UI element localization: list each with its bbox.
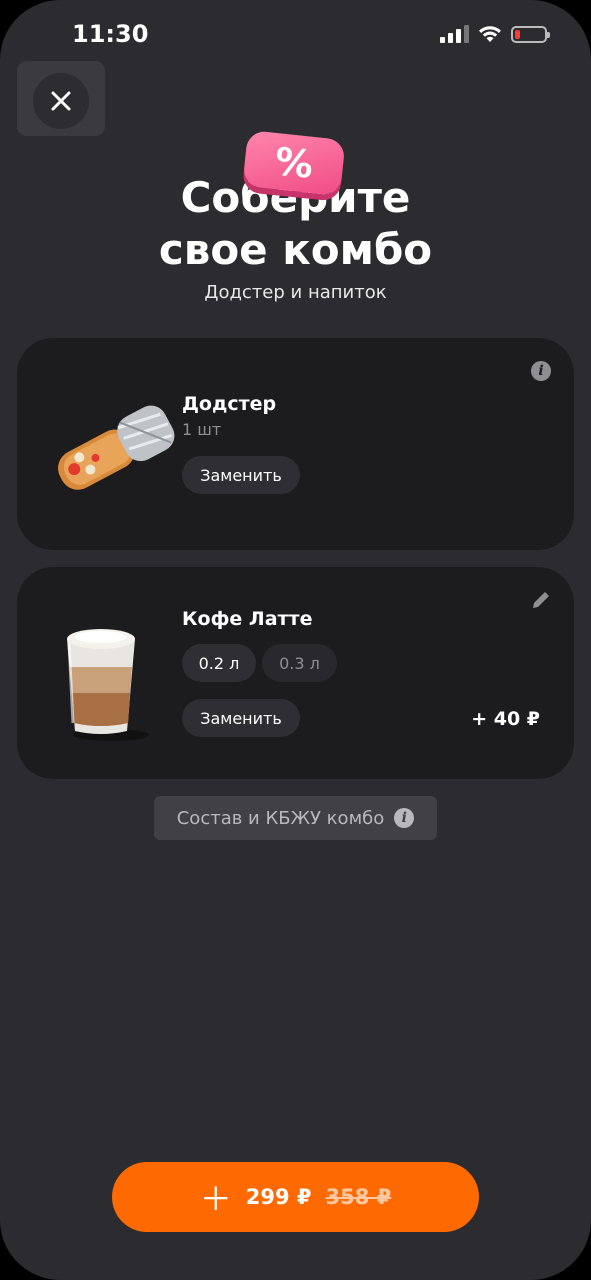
replace-button[interactable]: Заменить bbox=[182, 699, 300, 737]
add-to-cart-button[interactable]: ＋ 299 ₽ 358 ₽ bbox=[112, 1162, 479, 1232]
close-icon bbox=[51, 91, 71, 111]
page-subtitle: Додстер и напиток bbox=[204, 282, 387, 303]
item-name: Додстер bbox=[182, 393, 277, 415]
cellular-signal-icon bbox=[440, 25, 469, 43]
info-icon: i bbox=[394, 808, 415, 828]
composition-nutrition-button[interactable]: Состав и КБЖУ комбо i bbox=[154, 796, 437, 840]
plus-icon: ＋ bbox=[199, 1180, 232, 1218]
title-line-2: свое комбо bbox=[158, 225, 433, 274]
combo-screen: 11:30 Соберите свое комбо % Додстер и на… bbox=[0, 0, 591, 1280]
discount-badge: % bbox=[242, 130, 346, 196]
composition-label: Состав и КБЖУ комбо bbox=[176, 807, 385, 829]
item-quantity: 1 шт bbox=[182, 420, 222, 439]
combo-price: 299 ₽ bbox=[245, 1185, 312, 1209]
size-option-selected[interactable]: 0.2 л bbox=[182, 644, 256, 682]
combo-item-card-latte: Кофе Латте 0.2 л 0.3 л Заменить + 40 ₽ bbox=[17, 567, 574, 779]
close-button[interactable] bbox=[33, 73, 89, 129]
pencil-icon bbox=[533, 592, 549, 608]
size-option[interactable]: 0.3 л bbox=[262, 644, 337, 682]
wifi-icon bbox=[479, 26, 501, 42]
battery-icon bbox=[511, 25, 550, 43]
old-price: 358 ₽ bbox=[325, 1185, 392, 1209]
close-button-area bbox=[17, 61, 105, 136]
edit-button[interactable] bbox=[530, 589, 552, 611]
item-name: Кофе Латте bbox=[182, 608, 313, 630]
info-button[interactable]: i bbox=[530, 360, 552, 382]
info-icon: i bbox=[531, 361, 551, 381]
surcharge-price: + 40 ₽ bbox=[471, 708, 540, 730]
latte-image bbox=[67, 629, 149, 741]
dodster-image bbox=[58, 405, 175, 490]
status-icons bbox=[440, 24, 550, 44]
status-time: 11:30 bbox=[72, 20, 149, 48]
replace-button[interactable]: Заменить bbox=[182, 456, 300, 494]
combo-item-card-dodster: i Додстер 1 шт Заменить bbox=[17, 338, 574, 550]
